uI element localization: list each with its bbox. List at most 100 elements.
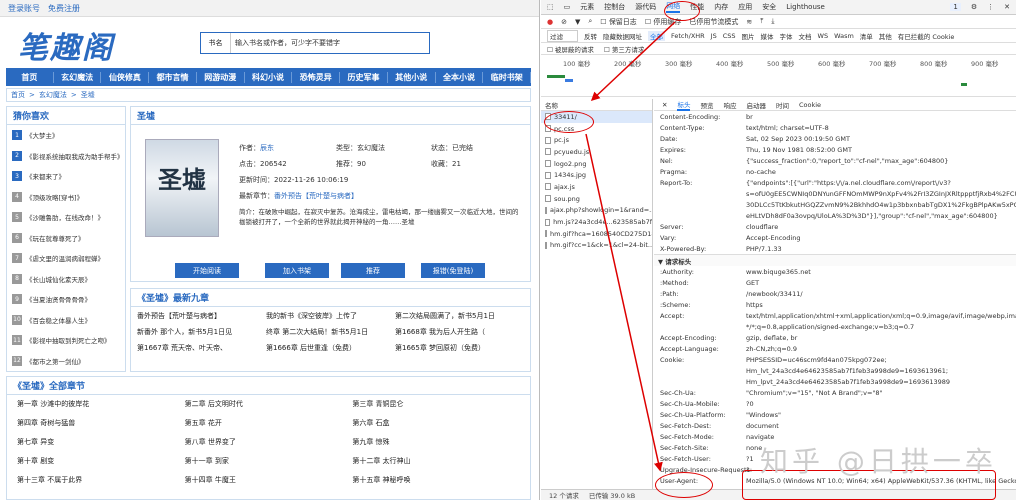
- site-logo[interactable]: 笔趣阁: [18, 23, 114, 67]
- chapter-link[interactable]: 第十四章 牛魔王: [185, 475, 353, 485]
- list-item-label[interactable]: 《影视中抽取到判死亡之吻》: [26, 335, 111, 345]
- devtools-tab[interactable]: Lighthouse: [786, 3, 825, 11]
- list-item-label[interactable]: 《沙雕鲁肋，在线改命！》: [26, 212, 104, 222]
- list-item[interactable]: 11 《影视中抽取到判死亡之吻》: [7, 330, 125, 351]
- download-icon[interactable]: ⤓: [771, 17, 774, 26]
- wifi-icon[interactable]: ≋: [746, 18, 752, 26]
- filter-option[interactable]: 清单: [860, 31, 873, 41]
- detail-tab[interactable]: 响应: [723, 100, 736, 110]
- list-item-label[interactable]: 《虐文里的温润病弱程蝉》: [26, 253, 104, 263]
- third-party-checkbox[interactable]: ☐ 第三方请求: [604, 44, 644, 54]
- issues-badge[interactable]: 1: [950, 3, 961, 11]
- inspect-icon[interactable]: ⬚: [547, 3, 554, 11]
- list-item[interactable]: 10 《百会稳之体暴人生》: [7, 310, 125, 331]
- chapter-link[interactable]: 第三章 青铜昆仑: [352, 399, 520, 409]
- more-icon[interactable]: ⋮: [987, 3, 994, 11]
- chapter-link[interactable]: 第六章 石盒: [352, 418, 520, 428]
- upload-icon[interactable]: ⤒: [760, 17, 763, 26]
- author-link[interactable]: 辰东: [260, 144, 274, 152]
- nav-item[interactable]: 全本小说: [436, 71, 484, 83]
- list-item[interactable]: 9 《当夏油贤骨骨骨骨》: [7, 289, 125, 310]
- header-value[interactable]: www.biquge365.net: [746, 268, 1016, 276]
- header-value[interactable]: "Chromium";v="15", "Not A Brand";v="8": [746, 389, 1016, 397]
- list-item-label[interactable]: 《大梦主》: [26, 130, 59, 140]
- chapter-link[interactable]: 第1667章 荒天帝、叶天帝、: [137, 343, 266, 353]
- header-value[interactable]: br: [746, 113, 1016, 121]
- header-value[interactable]: eHLtVDh8dF0a3ovpq/UloLA%3D%3D"}],"group"…: [746, 212, 1016, 220]
- request-row[interactable]: logo2.png: [541, 158, 652, 170]
- gear-icon[interactable]: ⚙: [971, 3, 977, 11]
- login-link[interactable]: 登录账号: [8, 3, 40, 14]
- header-value[interactable]: text/html,application/xhtml+xml,applicat…: [746, 312, 1016, 320]
- nav-item[interactable]: 其他小说: [388, 71, 436, 83]
- filter-option[interactable]: JS: [711, 32, 717, 40]
- devtools-tab[interactable]: 应用: [738, 2, 752, 12]
- header-value[interactable]: Accept-Encoding: [746, 234, 1016, 242]
- list-item-label[interactable]: 《来都来了》: [26, 171, 65, 181]
- request-row[interactable]: hm.js?24a3cd4e...623585ab7f: [541, 216, 652, 228]
- request-name[interactable]: pcyuedu.js: [554, 148, 589, 156]
- filter-option[interactable]: CSS: [723, 32, 736, 40]
- devtools-tab[interactable]: 源代码: [635, 2, 656, 12]
- register-link[interactable]: 免费注册: [48, 3, 80, 14]
- header-value[interactable]: gzip, deflate, br: [746, 334, 1016, 342]
- chapter-link[interactable]: 第八章 世界变了: [185, 437, 353, 447]
- request-row[interactable]: hm.gif?hca=1608540CD275D18...: [541, 228, 652, 240]
- detail-tab[interactable]: 标头: [677, 99, 691, 111]
- chapter-link[interactable]: 番外预告【荒叶楚与病者】: [137, 311, 266, 321]
- header-value[interactable]: PHPSESSID=uc46scm9fd4an075kpg072ee;: [746, 356, 1016, 364]
- request-name[interactable]: hm.js?24a3cd4e...623585ab7f: [553, 218, 652, 226]
- header-value[interactable]: document: [746, 422, 1016, 430]
- list-item-label[interactable]: 《顶级攻略[穿书]》: [26, 192, 83, 202]
- list-item[interactable]: 3 《来都来了》: [7, 166, 125, 187]
- devtools-tab[interactable]: 控制台: [604, 2, 625, 12]
- filter-option[interactable]: 反转: [584, 31, 597, 41]
- list-item[interactable]: 12 《都市之第一剑仙》: [7, 351, 125, 372]
- search-type-select[interactable]: 书名: [201, 33, 231, 53]
- request-name[interactable]: pc.js: [554, 136, 569, 144]
- request-row[interactable]: 1434s.jpg: [541, 169, 652, 181]
- detail-tab[interactable]: 预览: [700, 100, 713, 110]
- list-item[interactable]: 6 《玩在就尊尊死了》: [7, 228, 125, 249]
- request-name[interactable]: hm.gif?hca=1608540CD275D18...: [550, 230, 652, 238]
- header-value[interactable]: Sat, 02 Sep 2023 00:19:50 GMT: [746, 135, 1016, 143]
- header-value[interactable]: text/html; charset=UTF-8: [746, 124, 1016, 132]
- start-reading-button[interactable]: 开始阅读: [175, 263, 239, 278]
- list-item-label[interactable]: 《长山城仙化素天辰》: [26, 274, 91, 284]
- list-item[interactable]: 1 《大梦主》: [7, 125, 125, 146]
- header-value[interactable]: */*;q=0.8,application/signed-exchange;v=…: [746, 323, 1016, 331]
- add-bookshelf-button[interactable]: 加入书架: [265, 263, 329, 278]
- filter-option[interactable]: 其他: [879, 31, 892, 41]
- clear-icon[interactable]: ⊘: [561, 18, 567, 26]
- header-value[interactable]: /newbook/33411/: [746, 290, 1016, 298]
- request-row[interactable]: pcyuedu.js: [541, 146, 652, 158]
- list-item-label[interactable]: 《百会稳之体暴人生》: [26, 315, 91, 325]
- request-row[interactable]: ajax.php?showlogin=1&rand=...: [541, 205, 652, 217]
- filter-option[interactable]: 文档: [799, 31, 812, 41]
- search-input[interactable]: 输入书名或作者，可少字不要错字: [231, 38, 429, 48]
- chapter-link[interactable]: 第七章 异变: [17, 437, 185, 447]
- close-icon[interactable]: ✕: [1004, 3, 1010, 11]
- header-value[interactable]: "Windows": [746, 411, 1016, 419]
- chapter-link[interactable]: 第1668章 我为后人开生路（: [395, 327, 524, 337]
- header-value[interactable]: cloudflare: [746, 223, 1016, 231]
- request-row[interactable]: sou.png: [541, 193, 652, 205]
- chapter-link[interactable]: 第十一章 到家: [185, 456, 353, 466]
- header-value[interactable]: ?0: [746, 400, 1016, 408]
- filter-icon[interactable]: ▼: [575, 18, 580, 26]
- list-item[interactable]: 2 《影视系统抽取我成为助手帮手》: [7, 146, 125, 167]
- chapter-link[interactable]: 我的新书《深空彼岸》上传了: [266, 311, 395, 321]
- blocked-requests-checkbox[interactable]: ☐ 被屏蔽的请求: [547, 44, 594, 54]
- nav-item[interactable]: 玄幻魔法: [54, 71, 102, 83]
- request-row[interactable]: hm.gif?cc=1&ck=1&cl=24-bit...: [541, 240, 652, 252]
- header-value[interactable]: Hm_lpvt_24a3cd4e64623585ab7f1feb3a998de9…: [746, 378, 1016, 386]
- request-name[interactable]: sou.png: [554, 195, 580, 203]
- request-headers-section[interactable]: ▼ 请求标头: [654, 254, 1016, 266]
- request-name[interactable]: ajax.js: [554, 183, 575, 191]
- filter-option[interactable]: 字体: [780, 31, 793, 41]
- list-item-label[interactable]: 《当夏油贤骨骨骨骨》: [26, 294, 91, 304]
- chapter-link[interactable]: 第1665章 梦回原初（免费）: [395, 343, 524, 353]
- filter-option[interactable]: 媒体: [761, 31, 774, 41]
- throttle-select[interactable]: 已停用节流模式: [689, 17, 738, 27]
- nav-item[interactable]: 临时书架: [483, 71, 532, 83]
